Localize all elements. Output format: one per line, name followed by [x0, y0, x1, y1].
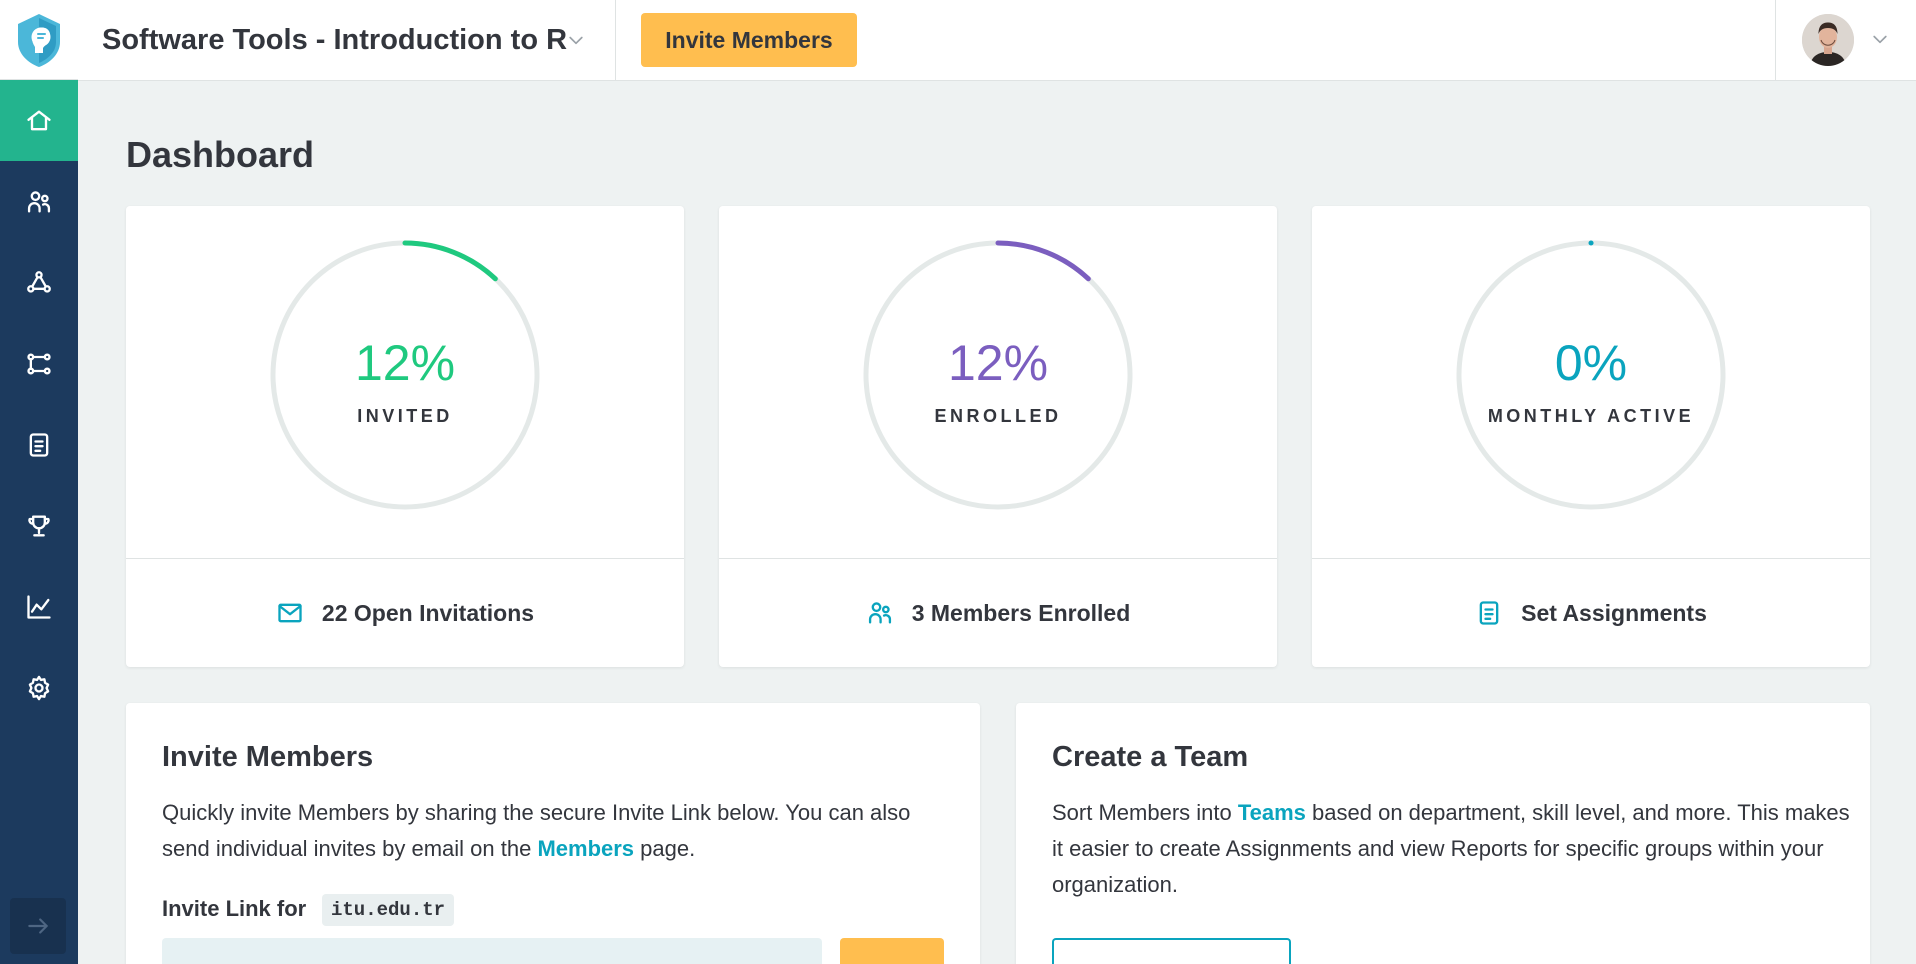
chart-line-icon	[27, 594, 51, 619]
trophy-icon	[28, 515, 50, 536]
invite-link-input[interactable]	[162, 938, 822, 964]
monthly-active-percent: 0%	[1554, 335, 1628, 391]
copy-link-button[interactable]	[840, 938, 944, 964]
arrow-right-icon	[28, 918, 48, 934]
network-icon	[27, 270, 51, 293]
users-icon	[27, 190, 51, 212]
brand-logo-icon	[18, 13, 60, 67]
sidebar-item-home[interactable]	[0, 80, 78, 161]
page-title: Dashboard	[126, 134, 315, 175]
open-invitations-link[interactable]: 22 Open Invitations	[126, 559, 684, 667]
invite-link-label: Invite Link for	[162, 896, 307, 921]
home-icon	[27, 110, 51, 130]
sidebar-item-tracks[interactable]	[0, 323, 78, 404]
sidebar-item-members[interactable]	[0, 161, 78, 242]
members-link[interactable]: Members	[537, 836, 634, 861]
invite-text-after: page.	[634, 836, 696, 861]
invite-card-title: Invite Members	[162, 741, 374, 773]
sidebar-item-leaderboard[interactable]	[0, 485, 78, 566]
members-enrolled-text: 3 Members Enrolled	[911, 599, 1131, 626]
course-selector[interactable]: Software Tools - Introduction to R	[78, 0, 616, 80]
users-icon	[868, 602, 891, 624]
mail-icon	[278, 603, 302, 623]
invited-label: INVITED	[357, 406, 453, 426]
enrolled-label: ENROLLED	[934, 406, 1062, 426]
logo[interactable]	[0, 0, 78, 80]
monthly-active-label: MONTHLY ACTIVE	[1487, 406, 1695, 426]
sidebar-item-assignments[interactable]	[0, 404, 78, 485]
teams-link[interactable]: Teams	[1238, 800, 1306, 825]
sidebar	[0, 0, 78, 964]
avatar	[1802, 14, 1854, 66]
monthly-active-stat-card: 0% MONTHLY ACTIVE Set Assignments	[1312, 206, 1870, 667]
open-invitations-text: 22 Open Invitations	[321, 599, 535, 626]
members-enrolled-link[interactable]: 3 Members Enrolled	[719, 559, 1277, 667]
gear-icon	[28, 675, 50, 700]
sidebar-collapse-button[interactable]	[10, 898, 66, 954]
team-text-before: Sort Members into	[1052, 800, 1238, 825]
enrolled-percent: 12%	[947, 335, 1049, 391]
invite-members-card: Invite Members Quickly invite Members by…	[126, 703, 980, 964]
sidebar-item-teams[interactable]	[0, 242, 78, 323]
enrolled-stat-card: 12% ENROLLED 3 Members Enrolled	[719, 206, 1277, 667]
sidebar-item-settings[interactable]	[0, 647, 78, 728]
user-menu[interactable]	[1775, 0, 1916, 80]
invite-members-button[interactable]: Invite Members	[641, 13, 857, 67]
sidebar-item-reports[interactable]	[0, 566, 78, 647]
domain-chip: itu.edu.tr	[322, 894, 455, 926]
chevron-down-icon	[1870, 29, 1890, 49]
assignments-icon	[29, 432, 49, 457]
sidebar-nav	[0, 80, 78, 728]
create-team-button[interactable]	[1052, 938, 1291, 964]
set-assignments-text: Set Assignments	[1521, 599, 1707, 626]
chevron-down-icon	[566, 30, 586, 50]
invite-card-text: Quickly invite Members by sharing the se…	[162, 795, 952, 867]
team-card-text: Sort Members into Teams based on departm…	[1052, 795, 1852, 903]
tracks-icon	[27, 353, 51, 374]
invited-stat-card: 12% INVITED 22 Open Invitations	[126, 206, 684, 667]
assignment-icon	[1479, 601, 1499, 625]
set-assignments-link[interactable]: Set Assignments	[1312, 559, 1870, 667]
team-card-title: Create a Team	[1052, 741, 1249, 773]
invited-percent: 12%	[354, 335, 456, 391]
create-team-card: Create a Team Sort Members into Teams ba…	[1016, 703, 1870, 964]
course-title: Software Tools - Introduction to R	[102, 23, 568, 56]
top-header: Software Tools - Introduction to R Invit…	[78, 0, 1916, 81]
